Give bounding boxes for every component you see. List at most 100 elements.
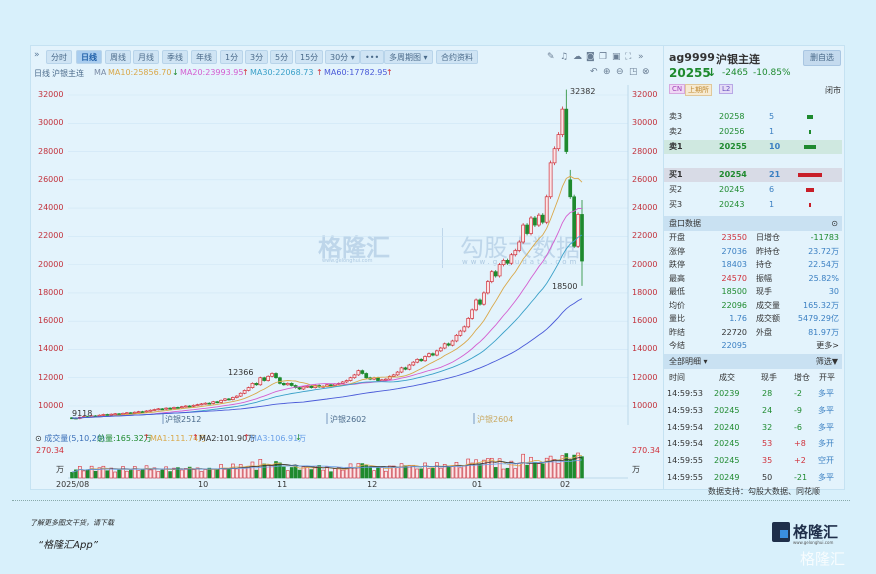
volume-bar (450, 465, 455, 479)
candle (230, 397, 235, 400)
remove-watchlist-button[interactable]: 删自选 (803, 50, 841, 66)
orderbook-row[interactable]: 卖3 20258 5 (664, 110, 842, 124)
volume-bar (227, 468, 231, 479)
volume-bar (156, 471, 161, 479)
volume-bar (533, 461, 537, 479)
volume-bar (89, 465, 94, 479)
trade-oi-change: -21 (794, 473, 808, 482)
candle (427, 353, 431, 357)
candle (144, 410, 149, 413)
stat-label: 涨停 (669, 246, 685, 256)
candle (250, 383, 255, 388)
stat-value: 165.32万 (803, 300, 839, 310)
candle (258, 377, 263, 386)
volume-bar (93, 470, 98, 479)
orderbook-level: 卖3 (669, 112, 683, 121)
stat-value[interactable]: 更多> (816, 339, 839, 353)
orderbook-row[interactable]: 卖2 20256 1 (664, 125, 842, 139)
candle (399, 367, 404, 373)
candle (360, 370, 365, 374)
candle (148, 409, 153, 412)
month-label: 10 (198, 480, 209, 489)
candle (376, 377, 380, 381)
volume-bar (529, 456, 533, 479)
volume-bar (70, 471, 74, 479)
column-header: 增仓 (794, 373, 810, 382)
stat-label: 今结 (669, 341, 685, 350)
trade-price: 20239 (714, 389, 740, 398)
candle (419, 358, 424, 362)
candle (552, 148, 557, 164)
volume-bar (466, 458, 471, 479)
volume-bar (282, 466, 286, 479)
volume-bar (250, 461, 255, 479)
logo-text: 格隆汇 (793, 523, 839, 541)
candle (136, 411, 141, 413)
orderbook-row[interactable]: 买2 20245 6 (664, 183, 842, 197)
candle (407, 364, 412, 370)
volume-bar (219, 464, 223, 479)
orderbook-row[interactable]: 买3 20243 1 (664, 198, 842, 212)
candle (207, 402, 212, 405)
candle (556, 134, 561, 150)
volume-bar (285, 470, 290, 479)
orderbook-row[interactable]: 卖1 20255 10 (664, 140, 842, 154)
price-change-pct: -10.85% (753, 68, 791, 78)
volume-bar (160, 469, 165, 479)
volume-bar (242, 467, 247, 479)
candle (356, 370, 361, 376)
volume-bar (180, 469, 184, 479)
volume-unit: 万 (56, 465, 64, 474)
volume-bar (191, 469, 196, 479)
filter-button[interactable]: 筛选▼ (816, 354, 838, 369)
volume-bar (168, 471, 172, 479)
candle (340, 381, 345, 384)
candle (172, 407, 176, 409)
candle (128, 412, 133, 415)
volume-bar (395, 467, 400, 479)
candle (101, 414, 106, 416)
candle (564, 108, 569, 152)
stat-value: 25.82% (808, 273, 839, 283)
stat-value: 24570 (721, 273, 747, 283)
volume-bar (352, 467, 357, 479)
settings-icon[interactable]: ⊙ (831, 216, 838, 231)
volume-bar (493, 467, 498, 479)
candle (540, 214, 545, 223)
candle (548, 162, 553, 198)
quote-code: ag9999 (669, 51, 715, 64)
settings-icon[interactable]: ⊙ (35, 434, 42, 443)
candle (391, 374, 396, 377)
candle (450, 340, 455, 346)
volume-bar (81, 470, 86, 479)
volume-indicator-label[interactable]: ⊙ 成交量(5,10,20) (35, 433, 105, 444)
details-title[interactable]: 全部明细 ▾ (669, 357, 708, 366)
volume-bar (438, 467, 443, 479)
volume-bar (144, 465, 149, 479)
candle (485, 281, 490, 294)
trade-type: 多平 (818, 389, 834, 398)
details-header[interactable]: 全部明细 ▾ 筛选▼ (664, 354, 842, 369)
volume-bar (399, 463, 404, 479)
candle (187, 405, 192, 408)
candle (513, 250, 518, 256)
trade-time: 14:59:53 (667, 389, 703, 398)
stat-label: 均价 (669, 300, 685, 310)
candle (109, 413, 114, 416)
trade-volume: 32 (762, 422, 773, 432)
candle (364, 373, 369, 379)
candle (560, 108, 565, 135)
trade-time: 14:59:54 (667, 439, 703, 449)
candle (329, 384, 333, 387)
stat-label: 振幅 (756, 273, 772, 283)
volume-bar (148, 469, 153, 479)
orderbook-row[interactable]: 买1 20254 21 (664, 168, 842, 182)
candle (132, 411, 137, 414)
candle (238, 392, 243, 397)
volume-bar (411, 464, 416, 479)
stats-row: 昨结 22720 外盘 81.97万 (664, 326, 842, 340)
volume-label: 成交量(5,10,20) (44, 434, 106, 443)
logo-url: www.gelonghui.com (793, 540, 834, 545)
volume-bar (333, 468, 337, 479)
candle (215, 401, 220, 404)
